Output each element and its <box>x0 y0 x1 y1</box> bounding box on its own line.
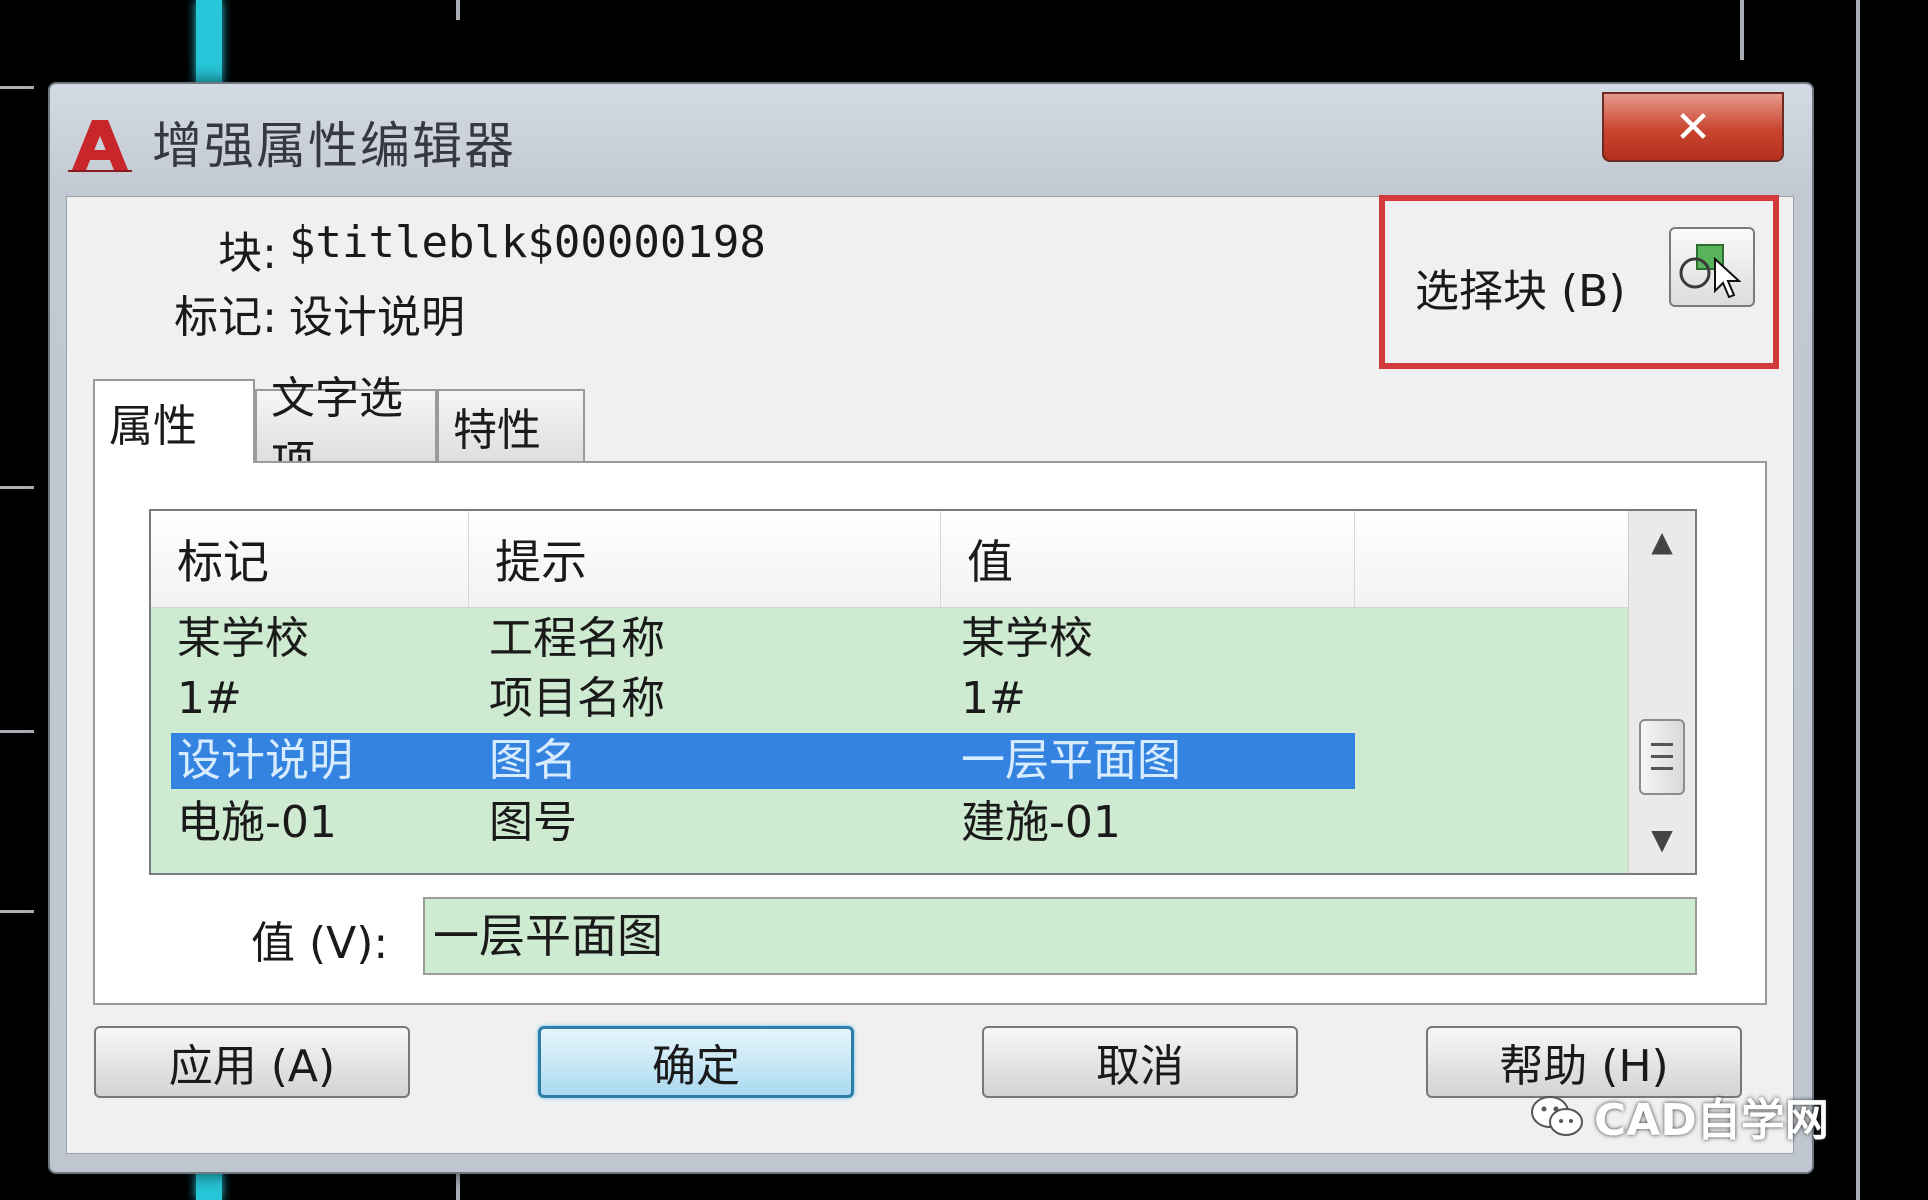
tag-label: 标记: <box>174 292 277 343</box>
tab-properties[interactable]: 特性 <box>437 389 585 461</box>
canvas-line-top-mid <box>456 0 460 20</box>
scroll-down-button[interactable]: ▼ <box>1629 809 1695 869</box>
column-header-tag[interactable]: 标记 <box>151 511 469 607</box>
row-prompt: 项目名称 <box>489 673 665 724</box>
row-value: 某学校 <box>961 613 1093 664</box>
canvas-line-left-1 <box>0 86 34 89</box>
block-label: 块: <box>218 228 277 279</box>
value-field-label: 值 (V): <box>251 918 389 969</box>
select-block-button[interactable] <box>1669 227 1755 307</box>
row-value: 一层平面图 <box>961 735 1181 786</box>
select-object-icon <box>1679 244 1742 299</box>
tab-text-options[interactable]: 文字选项 <box>255 373 437 488</box>
tag-value: 设计说明 <box>289 292 465 343</box>
canvas-line-bottom-mid <box>456 1172 460 1200</box>
row-tag: 某学校 <box>177 613 309 664</box>
attribute-list-scrollbar[interactable]: ▲ ▼ <box>1628 511 1695 873</box>
tab-attributes[interactable]: 属性 <box>93 379 255 463</box>
cancel-button[interactable]: 取消 <box>982 1026 1298 1098</box>
wechat-logo-icon <box>1531 1096 1583 1136</box>
attribute-list[interactable]: 标记 提示 值 某学校 工程名称 某学校 1# 项目名称 1# 设计说明 图名 … <box>149 509 1697 875</box>
ok-button[interactable]: 确定 <box>538 1026 854 1098</box>
enhanced-attribute-editor-dialog: 增强属性编辑器 ✕ 块: $titleblk$00000198 标记: 设计说明… <box>48 82 1814 1174</box>
row-prompt: 图名 <box>489 735 577 786</box>
apply-button[interactable]: 应用 (A) <box>94 1026 410 1098</box>
watermark-text: CAD自学网 <box>1594 1095 1829 1146</box>
autocad-logo-icon <box>68 120 132 172</box>
row-tag: 1# <box>177 673 242 724</box>
select-block-label: 选择块 (B) <box>1415 266 1626 317</box>
row-value: 1# <box>961 673 1026 724</box>
scroll-up-button[interactable]: ▲ <box>1629 511 1695 571</box>
title-bar[interactable]: 增强属性编辑器 ✕ <box>50 84 1812 196</box>
table-row-selected[interactable]: 设计说明 图名 一层平面图 <box>171 733 1355 789</box>
row-prompt: 图号 <box>489 797 577 848</box>
attribute-list-header: 标记 提示 值 <box>151 511 1629 608</box>
table-row[interactable]: 电施-01 图号 建施-01 <box>171 795 1355 851</box>
row-value: 建施-01 <box>961 797 1121 848</box>
dialog-client-area: 块: $titleblk$00000198 标记: 设计说明 选择块 (B) 属… <box>66 195 1794 1154</box>
table-row[interactable]: 1# 项目名称 1# <box>171 671 1355 727</box>
canvas-line-top-right <box>1740 0 1744 60</box>
row-tag: 设计说明 <box>177 735 353 786</box>
row-tag: 电施-01 <box>177 797 337 848</box>
column-header-empty <box>1355 511 1629 607</box>
column-header-prompt[interactable]: 提示 <box>469 511 941 607</box>
row-prompt: 工程名称 <box>489 613 665 664</box>
table-row[interactable]: 某学校 工程名称 某学校 <box>171 611 1355 667</box>
canvas-line-left-3 <box>0 730 34 733</box>
triangle-up-icon: ▲ <box>1651 524 1673 558</box>
value-input[interactable]: 一层平面图 <box>423 897 1697 975</box>
attributes-tab-panel: 标记 提示 值 某学校 工程名称 某学校 1# 项目名称 1# 设计说明 图名 … <box>93 461 1767 1005</box>
block-name-value: $titleblk$00000198 <box>289 217 766 268</box>
column-header-value[interactable]: 值 <box>941 511 1355 607</box>
window-title: 增强属性编辑器 <box>152 117 516 175</box>
scroll-thumb[interactable] <box>1639 719 1685 795</box>
canvas-line-left-4 <box>0 910 34 913</box>
canvas-line-left-2 <box>0 486 34 489</box>
close-button[interactable]: ✕ <box>1602 92 1784 162</box>
triangle-down-icon: ▼ <box>1651 822 1673 856</box>
watermark: CAD自学网 <box>1530 1084 1829 1148</box>
canvas-line-right <box>1856 0 1860 1200</box>
